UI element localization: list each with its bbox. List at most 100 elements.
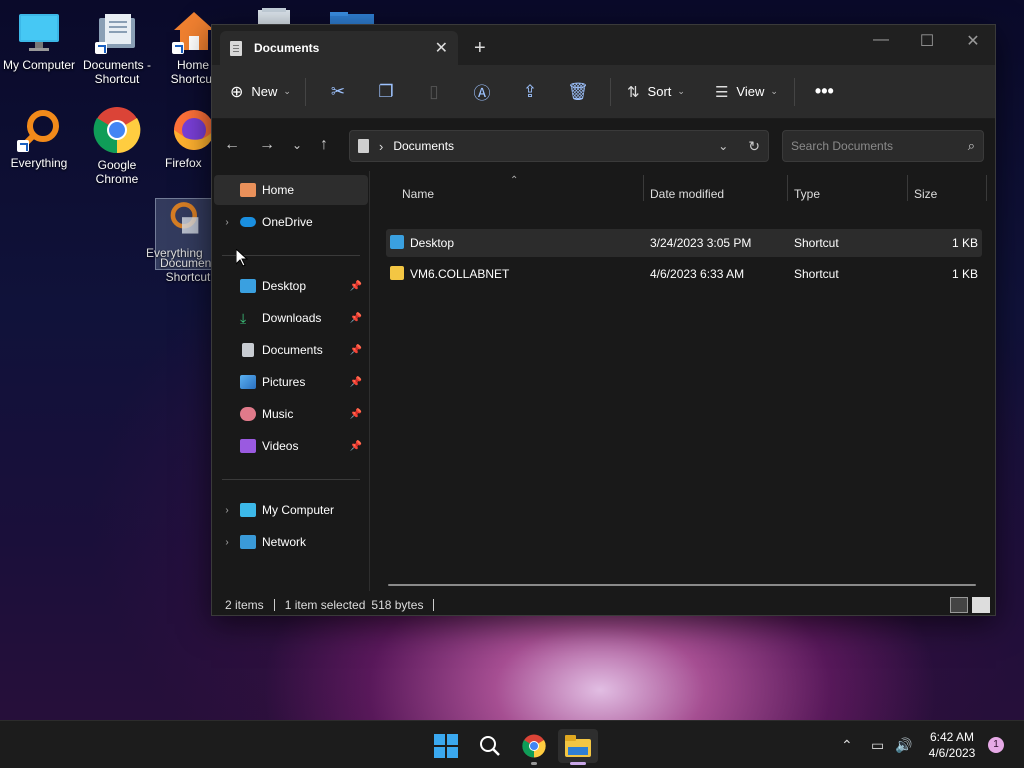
recent-chevron-icon[interactable]: ⌄ [292,138,302,152]
start-button[interactable] [426,729,466,763]
command-bar: ⊕ New ⌄ ✂ ❐ ▯ Ⓐ ⇪ 🗑 ⇅ Sort ⌄ ☰ View ⌄ ••… [212,65,995,119]
search-button[interactable] [470,729,510,763]
show-hidden-icons-chevron[interactable]: ⌃ [841,737,853,754]
desktop-icon-my-computer[interactable]: My Computer [0,10,78,72]
address-bar-row: ← → ⌄ ↑ › Documents ⌄ ↻ ⌕ [212,120,995,170]
file-type: Shortcut [794,236,839,250]
view-button[interactable]: ☰ View ⌄ [715,77,778,107]
pin-icon[interactable]: 📌 [350,281,362,292]
shortcut-arrow-icon [95,42,107,54]
title-bar[interactable]: Documents ✕ + — ☐ ✕ [212,25,995,65]
file-type: Shortcut [794,267,839,281]
horizontal-scrollbar[interactable] [388,584,976,586]
chevron-down-icon: ⌄ [283,86,291,96]
new-button[interactable]: ⊕ New ⌄ [230,77,291,107]
search-input[interactable] [791,139,968,153]
pin-icon[interactable]: 📌 [350,441,362,452]
expand-chevron-icon[interactable]: › [214,217,240,228]
column-header-type[interactable]: Type [786,179,906,209]
nav-item-music[interactable]: Music 📌 [214,399,368,429]
refresh-icon[interactable]: ↻ [748,138,760,155]
nav-item-onedrive[interactable]: › OneDrive [214,207,368,237]
file-name: VM6.COLLABNET [410,267,510,281]
new-tab-button[interactable]: + [474,37,486,60]
column-divider[interactable] [986,175,987,201]
desktop-icon-everything[interactable]: Everything [0,108,78,170]
pin-icon[interactable]: 📌 [350,313,362,324]
file-row[interactable]: Desktop 3/24/2023 3:05 PM Shortcut 1 KB [386,229,982,257]
close-window-button[interactable]: ✕ [950,31,996,51]
taskbar-file-explorer[interactable] [558,729,598,765]
nav-item-label: Downloads [262,311,322,325]
pin-icon[interactable]: 📌 [350,345,362,356]
expand-chevron-icon[interactable]: › [214,537,240,548]
nav-item-my-computer[interactable]: › My Computer [214,495,368,525]
close-tab-icon[interactable]: ✕ [435,38,448,58]
file-row[interactable]: VM6.COLLABNET 4/6/2023 6:33 AM Shortcut … [386,260,982,288]
home-icon [172,10,216,54]
nav-item-label: Network [262,535,307,549]
volume-icon[interactable]: 🔊 [895,737,912,754]
search-box[interactable]: ⌕ [782,130,984,162]
column-header-size[interactable]: Size [906,179,986,209]
monitor-icon [17,10,61,54]
chrome-icon [93,106,141,154]
network-status-icon[interactable]: ▭ [871,737,884,754]
clock[interactable]: 6:42 AM 4/6/2023 [920,729,984,761]
nav-item-network[interactable]: › Network [214,527,368,557]
search-icon [480,736,500,756]
paste-icon[interactable]: ▯ [410,77,458,107]
document-icon [242,343,254,357]
breadcrumb-chevron-icon: › [379,138,384,154]
nav-item-videos[interactable]: Videos 📌 [214,431,368,461]
share-icon[interactable]: ⇪ [506,77,554,107]
windows-logo-icon [434,734,458,758]
column-header-name[interactable]: Name ⌃ [394,175,642,209]
address-bar[interactable]: › Documents ⌄ ↻ [349,130,769,162]
nav-item-home[interactable]: Home [214,175,368,205]
file-size: 1 KB [951,267,978,281]
pin-icon[interactable]: 📌 [350,409,362,420]
forward-arrow-icon[interactable]: → [259,136,275,154]
nav-item-label: Home [262,183,295,197]
expand-chevron-icon[interactable]: › [214,505,240,516]
column-header-date[interactable]: Date modified [642,179,786,209]
recycle-bin-icon[interactable] [254,8,294,24]
rename-icon[interactable]: Ⓐ [458,77,506,107]
minimize-button[interactable]: — [858,31,904,49]
up-arrow-icon[interactable]: ↑ [320,136,328,154]
more-options-button[interactable]: ••• [815,77,834,107]
nav-item-label: Documents [262,343,323,357]
nav-item-documents[interactable]: Documents 📌 [214,335,368,365]
toolbar-divider [304,77,306,106]
address-dropdown-icon[interactable]: ⌄ [718,139,728,153]
nav-item-downloads[interactable]: ⤓ Downloads 📌 [214,303,368,333]
desktop-icon [240,279,256,293]
details-view-icon[interactable] [950,597,968,613]
nav-item-desktop[interactable]: Desktop 📌 [214,271,368,301]
toolbar-divider [609,77,611,106]
home-icon [240,183,256,197]
copy-icon[interactable]: ❐ [362,77,410,107]
sort-button[interactable]: ⇅ Sort ⌄ [627,77,685,107]
mouse-pointer-icon [235,247,249,270]
tab-documents[interactable]: Documents ✕ [220,31,458,65]
nav-item-label: Videos [262,439,299,453]
cut-icon[interactable]: ✂ [314,77,362,107]
maximize-button[interactable]: ☐ [904,31,950,51]
music-icon [240,407,256,421]
desktop-icon-documents-shortcut[interactable]: Documents - Shortcut [78,10,156,86]
monitor-icon [240,503,256,517]
taskbar-chrome[interactable] [514,729,554,765]
pin-icon[interactable]: 📌 [350,377,362,388]
selection-size: 518 bytes [371,598,424,612]
desktop-icon-google-chrome[interactable]: Google Chrome [78,106,156,186]
file-explorer-window: Documents ✕ + — ☐ ✕ ⊕ New ⌄ ✂ ❐ ▯ Ⓐ ⇪ 🗑 … [211,24,996,616]
item-count: 2 items [225,598,264,612]
back-arrow-icon[interactable]: ← [224,136,240,154]
folder-icon[interactable] [330,12,374,24]
tiles-view-icon[interactable] [972,597,990,613]
nav-item-pictures[interactable]: Pictures 📌 [214,367,368,397]
delete-icon[interactable]: 🗑 [554,77,602,107]
notification-badge[interactable]: 1 [988,737,1004,753]
